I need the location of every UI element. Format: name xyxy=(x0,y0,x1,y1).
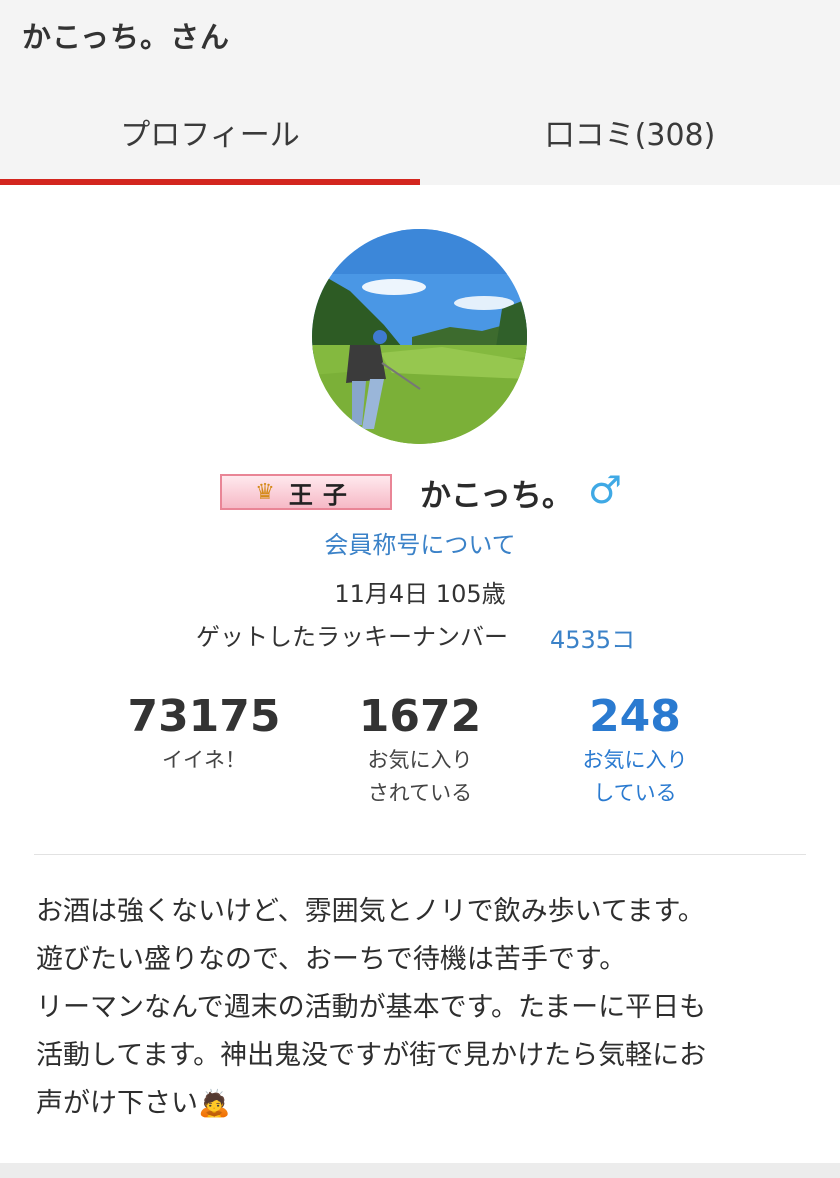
stat-favorited-by: 1672 お気に入り されている xyxy=(315,690,525,810)
badge-text: 王子 xyxy=(288,480,357,509)
birthday-age: 11月4日 105歳 xyxy=(334,580,506,608)
divider xyxy=(34,854,806,855)
tab-profile[interactable]: プロフィール xyxy=(0,86,420,184)
golfer-photo xyxy=(312,229,527,444)
active-tab-indicator xyxy=(0,179,420,185)
bio-line-last: 声がけ下さい🙇 xyxy=(36,1080,806,1128)
stat-favorited-by-label-2: されている xyxy=(367,781,473,805)
bio-line: 活動してます。神出鬼没ですが街で見かけたら気軽にお xyxy=(36,1040,707,1071)
crown-icon: ♛ xyxy=(255,479,275,505)
user-name: かこっち。 xyxy=(420,478,573,514)
lucky-number-value[interactable]: 4535コ xyxy=(550,620,635,655)
bio-line: リーマンなんで週末の活動が基本です。たまーに平日も xyxy=(36,992,707,1023)
bio-line: 声がけ下さい xyxy=(36,1088,198,1119)
member-rank-link[interactable]: 会員称号について xyxy=(0,525,840,560)
tab-reviews[interactable]: 口コミ(308) xyxy=(420,86,840,184)
stat-favoriting-label-2[interactable]: している xyxy=(530,777,740,810)
stat-likes-label: イイネ！ xyxy=(162,748,246,772)
stat-likes: 73175 イイネ！ xyxy=(99,690,309,777)
avatar[interactable] xyxy=(312,229,527,444)
bio-text: お酒は強くないけど、雰囲気とノリで飲み歩いてます。 遊びたい盛りなので、おーちで… xyxy=(36,888,806,1128)
stat-favorited-by-label-1: お気に入り xyxy=(367,748,473,772)
member-title-badge[interactable]: ♛ 王子 xyxy=(220,474,392,510)
stat-likes-number: 73175 xyxy=(127,691,281,742)
bottom-divider xyxy=(0,1163,840,1178)
bowing-person-icon: 🙇 xyxy=(198,1089,231,1119)
page-title: かこっち。さん xyxy=(22,20,230,54)
stat-favoriting[interactable]: 248 お気に入り している xyxy=(530,690,740,810)
stat-favoriting-label-1[interactable]: お気に入り xyxy=(530,744,740,777)
page-header: かこっち。さん プロフィール 口コミ(308) xyxy=(0,0,840,185)
lucky-number-label: ゲットしたラッキーナンバー xyxy=(196,623,508,651)
male-icon: ♂ xyxy=(588,468,623,512)
bio-line: お酒は強くないけど、雰囲気とノリで飲み歩いてます。 xyxy=(36,896,705,927)
stat-favorited-by-number: 1672 xyxy=(358,691,482,742)
bio-line: 遊びたい盛りなので、おーちで待機は苦手です。 xyxy=(36,944,627,975)
name-row: ♛ 王子 かこっち。 ♂ xyxy=(0,468,840,514)
stat-favoriting-number[interactable]: 248 xyxy=(530,690,740,744)
